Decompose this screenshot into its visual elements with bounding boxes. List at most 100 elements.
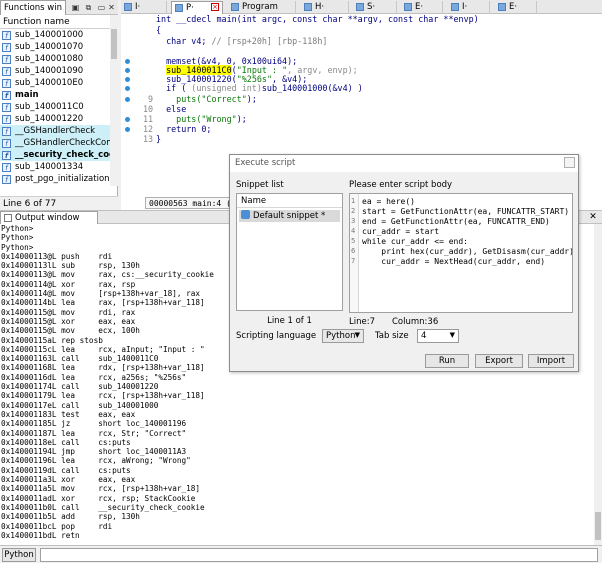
breakpoint-gutter[interactable] bbox=[121, 14, 143, 186]
functions-titlebar: Functions win ▣ ⧉ ▭ ✕ bbox=[0, 0, 118, 15]
function-icon: f bbox=[2, 31, 11, 40]
snippet-list-label: Snippet list bbox=[236, 180, 284, 190]
function-icon: f bbox=[2, 67, 11, 76]
code-line[interactable]: { bbox=[143, 25, 161, 36]
view-tab-label: H· bbox=[315, 2, 325, 12]
script-line[interactable]: print hex(cur_addr), GetDisasm(cur_addr) bbox=[362, 247, 572, 257]
close-icon[interactable] bbox=[564, 157, 575, 168]
functions-scrollbar[interactable] bbox=[110, 15, 118, 186]
function-name: __security_check_cookie bbox=[15, 150, 110, 160]
function-list-item[interactable]: f sub_140001000 bbox=[0, 29, 110, 41]
breakpoint-dot[interactable] bbox=[125, 68, 130, 73]
scrollbar-thumb[interactable] bbox=[595, 512, 601, 540]
functions-list: f sub_140001000 f sub_140001070 f sub_1400010… bbox=[0, 29, 110, 186]
breakpoint-dot[interactable] bbox=[125, 117, 130, 122]
script-line[interactable]: cur_addr = NextHead(cur_addr, end) bbox=[362, 257, 572, 267]
code-token: char v4; bbox=[156, 36, 212, 46]
script-line[interactable]: cur_addr = start bbox=[362, 227, 572, 237]
scripting-language-select[interactable]: Python ▼ bbox=[322, 329, 364, 343]
breakpoint-dot[interactable] bbox=[125, 86, 130, 91]
view-tab[interactable]: H· bbox=[301, 1, 349, 14]
snippet-item[interactable]: Default snippet * bbox=[239, 210, 340, 222]
dialog-title: Execute script bbox=[230, 155, 578, 172]
view-tab[interactable]: Program bbox=[228, 1, 296, 14]
function-name-column-header[interactable]: Function name bbox=[0, 15, 110, 29]
output-line: 0x1400011adL xor rcx, rsp; StackCookie bbox=[1, 493, 196, 503]
output-line: 0x14000116dL lea rcx, a256s; "%256s" bbox=[1, 372, 187, 382]
editor-line-number: 1 bbox=[351, 197, 356, 205]
breakpoint-dot[interactable] bbox=[125, 97, 130, 102]
function-name: post_pgo_initialization(void) bbox=[15, 174, 110, 184]
view-tab[interactable]: E· bbox=[495, 1, 537, 14]
snippet-item-label: Default snippet * bbox=[253, 211, 326, 221]
tab-size-select[interactable]: 4 ▼ bbox=[417, 329, 459, 343]
code-token: if ( bbox=[156, 83, 192, 93]
breakpoint-dot[interactable] bbox=[125, 77, 130, 82]
scripting-language-label: Scripting language bbox=[236, 331, 317, 341]
view-tab-icon bbox=[451, 3, 459, 11]
scrollbar-thumb[interactable] bbox=[111, 29, 117, 59]
script-line[interactable]: while cur_addr <= end: bbox=[362, 237, 572, 247]
function-icon: f bbox=[2, 79, 11, 88]
script-line[interactable]: ea = here() bbox=[362, 197, 572, 207]
cursor-column: Column:36 bbox=[392, 317, 439, 327]
float-icon[interactable]: ⧉ bbox=[83, 2, 94, 13]
script-line[interactable]: end = GetFunctionAttr(ea, FUNCATTR_END) bbox=[362, 217, 572, 227]
code-line[interactable]: 13} bbox=[143, 134, 161, 145]
function-icon: f bbox=[2, 139, 11, 148]
function-list-item[interactable]: f sub_140001220 bbox=[0, 113, 110, 125]
function-icon: f bbox=[2, 103, 11, 112]
code-line[interactable]: int __cdecl main(int argc, const char **… bbox=[143, 14, 479, 25]
code-line[interactable]: if ( (unsigned int)sub_140001000(&v4) ) bbox=[143, 83, 363, 94]
script-line[interactable]: start = GetFunctionAttr(ea, FUNCATTR_STA… bbox=[362, 207, 572, 217]
cli-language-button[interactable]: Python bbox=[2, 548, 36, 562]
export-button[interactable]: Export bbox=[475, 354, 523, 368]
view-tab-label: E· bbox=[415, 2, 424, 12]
editor-line-number: 7 bbox=[351, 257, 356, 265]
function-name: sub_140001080 bbox=[15, 54, 84, 64]
close-icon[interactable]: ✕ bbox=[588, 212, 598, 222]
functions-tab[interactable]: Functions win bbox=[0, 0, 66, 15]
run-button[interactable]: Run bbox=[425, 354, 469, 368]
output-line: 0x1400011b0L call __security_check_cooki… bbox=[1, 502, 205, 512]
close-icon[interactable]: × bbox=[211, 3, 219, 11]
view-tab[interactable]: I· bbox=[121, 1, 167, 14]
command-input[interactable] bbox=[40, 548, 598, 562]
view-tab-icon bbox=[124, 3, 132, 11]
function-list-item[interactable]: f __GSHandlerCheckCommon bbox=[0, 137, 110, 149]
function-icon: f bbox=[2, 43, 11, 52]
editor-line-number: 6 bbox=[351, 247, 356, 255]
function-name: sub_1400011C0 bbox=[15, 102, 84, 112]
function-list-item[interactable]: f __GSHandlerCheck bbox=[0, 125, 110, 137]
function-list-item[interactable]: f __security_check_cookie bbox=[0, 149, 110, 161]
function-list-item[interactable]: f sub_140001070 bbox=[0, 41, 110, 53]
function-list-item[interactable]: f main bbox=[0, 89, 110, 101]
view-tab[interactable]: P· × bbox=[171, 1, 223, 14]
view-tab[interactable]: I· bbox=[448, 1, 490, 14]
function-list-item[interactable]: f sub_1400011C0 bbox=[0, 101, 110, 113]
function-list-item[interactable]: f sub_1400010E0 bbox=[0, 77, 110, 89]
close-icon[interactable]: ✕ bbox=[106, 2, 117, 13]
output-scrollbar[interactable] bbox=[594, 224, 602, 545]
view-tab-label: P· bbox=[186, 3, 194, 13]
function-icon: f bbox=[2, 55, 11, 64]
code-line[interactable]: char v4; // [rsp+20h] [rbp-118h] bbox=[143, 36, 327, 47]
view-tab[interactable]: E· bbox=[401, 1, 443, 14]
code-token: int __cdecl main(int argc, const char **… bbox=[156, 14, 479, 24]
breakpoint-dot[interactable] bbox=[125, 59, 130, 64]
import-button[interactable]: Import bbox=[528, 354, 574, 368]
snippet-icon bbox=[241, 210, 250, 219]
snippet-name-header[interactable]: Name bbox=[237, 194, 342, 208]
view-tab-icon bbox=[404, 3, 412, 11]
lock-icon[interactable]: ▣ bbox=[70, 2, 81, 13]
function-name: sub_140001334 bbox=[15, 162, 84, 172]
function-list-item[interactable]: f sub_140001080 bbox=[0, 53, 110, 65]
breakpoint-dot[interactable] bbox=[125, 127, 130, 132]
function-list-item[interactable]: f sub_140001334 bbox=[0, 161, 110, 173]
script-text[interactable]: ea = here() start = GetFunctionAttr(ea, F… bbox=[362, 197, 572, 267]
view-tab[interactable]: S· bbox=[353, 1, 397, 14]
function-list-item[interactable]: f sub_140001090 bbox=[0, 65, 110, 77]
output-tab[interactable]: Output window bbox=[0, 211, 98, 224]
script-editor[interactable]: 1 2 3 4 5 6 7 ea = here() start = GetFunctionAt… bbox=[349, 193, 573, 313]
function-list-item[interactable]: f post_pgo_initialization(void) bbox=[0, 173, 110, 185]
